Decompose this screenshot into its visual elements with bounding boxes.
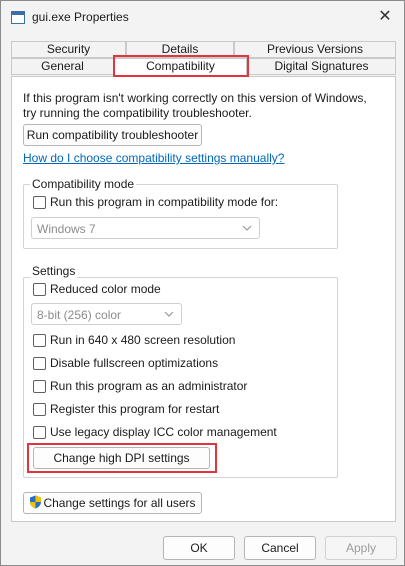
option-fullscreen-checkbox[interactable] — [33, 356, 46, 370]
compat-mode-checkbox[interactable] — [33, 195, 46, 209]
ok-button[interactable]: OK — [163, 536, 235, 560]
change-dpi-button[interactable]: Change high DPI settings — [33, 447, 210, 469]
tab-details[interactable]: Details — [126, 41, 234, 58]
tab-compatibility[interactable]: Compatibility — [114, 58, 247, 77]
settings-group-label: Settings — [30, 264, 78, 278]
option-restart-checkbox[interactable] — [33, 402, 46, 416]
option-640x480-label: Run in 640 x 480 screen resolution — [50, 333, 236, 347]
tab-digital-signatures[interactable]: Digital Signatures — [247, 58, 396, 75]
option-640x480-row[interactable]: Run in 640 x 480 screen resolution — [33, 332, 235, 348]
compat-mode-row[interactable]: Run this program in compatibility mode f… — [33, 194, 278, 210]
uac-shield-icon — [30, 495, 42, 509]
intro-text: If this program isn't working correctly … — [23, 91, 367, 120]
cancel-button[interactable]: Cancel — [244, 536, 316, 560]
help-link[interactable]: How do I choose compatibility settings m… — [23, 151, 284, 165]
compat-mode-label: Run this program in compatibility mode f… — [50, 195, 279, 209]
app-window-icon — [11, 11, 25, 24]
option-restart-label: Register this program for restart — [50, 402, 220, 416]
option-admin-row[interactable]: Run this program as an administrator — [33, 378, 247, 394]
tab-strip: Security Details Previous Versions Gener… — [11, 41, 396, 77]
properties-window: gui.exe Properties ✕ Security Details Pr… — [0, 0, 405, 566]
change-all-users-button[interactable]: Change settings for all users — [23, 492, 202, 514]
apply-button[interactable]: Apply — [325, 536, 397, 560]
chevron-down-icon — [242, 225, 252, 231]
option-admin-label: Run this program as an administrator — [50, 379, 248, 393]
option-640x480-checkbox[interactable] — [33, 333, 46, 347]
option-icc-checkbox[interactable] — [33, 425, 46, 439]
reduced-color-row[interactable]: Reduced color mode — [33, 281, 161, 297]
option-icc-label: Use legacy display ICC color management — [50, 425, 277, 439]
chevron-down-icon — [164, 311, 174, 317]
title-bar: gui.exe Properties ✕ — [1, 1, 404, 34]
option-icc-row[interactable]: Use legacy display ICC color management — [33, 424, 277, 440]
run-troubleshooter-button[interactable]: Run compatibility troubleshooter — [23, 124, 202, 146]
option-restart-row[interactable]: Register this program for restart — [33, 401, 219, 417]
window-title: gui.exe Properties — [32, 10, 129, 24]
reduced-color-label: Reduced color mode — [50, 282, 161, 296]
compat-os-select-value: Windows 7 — [37, 222, 96, 236]
tab-security[interactable]: Security — [11, 41, 126, 58]
tab-general[interactable]: General — [11, 58, 114, 75]
option-fullscreen-row[interactable]: Disable fullscreen optimizations — [33, 355, 218, 371]
option-admin-checkbox[interactable] — [33, 379, 46, 393]
color-depth-select[interactable]: 8-bit (256) color — [31, 303, 182, 325]
color-depth-select-value: 8-bit (256) color — [37, 308, 122, 322]
option-fullscreen-label: Disable fullscreen optimizations — [50, 356, 219, 370]
reduced-color-checkbox[interactable] — [33, 282, 46, 296]
change-all-users-label: Change settings for all users — [43, 496, 196, 510]
compatibility-mode-group-label: Compatibility mode — [30, 177, 137, 191]
tab-previous-versions[interactable]: Previous Versions — [234, 41, 396, 58]
close-button[interactable]: ✕ — [372, 5, 398, 29]
compat-os-select[interactable]: Windows 7 — [31, 217, 260, 239]
